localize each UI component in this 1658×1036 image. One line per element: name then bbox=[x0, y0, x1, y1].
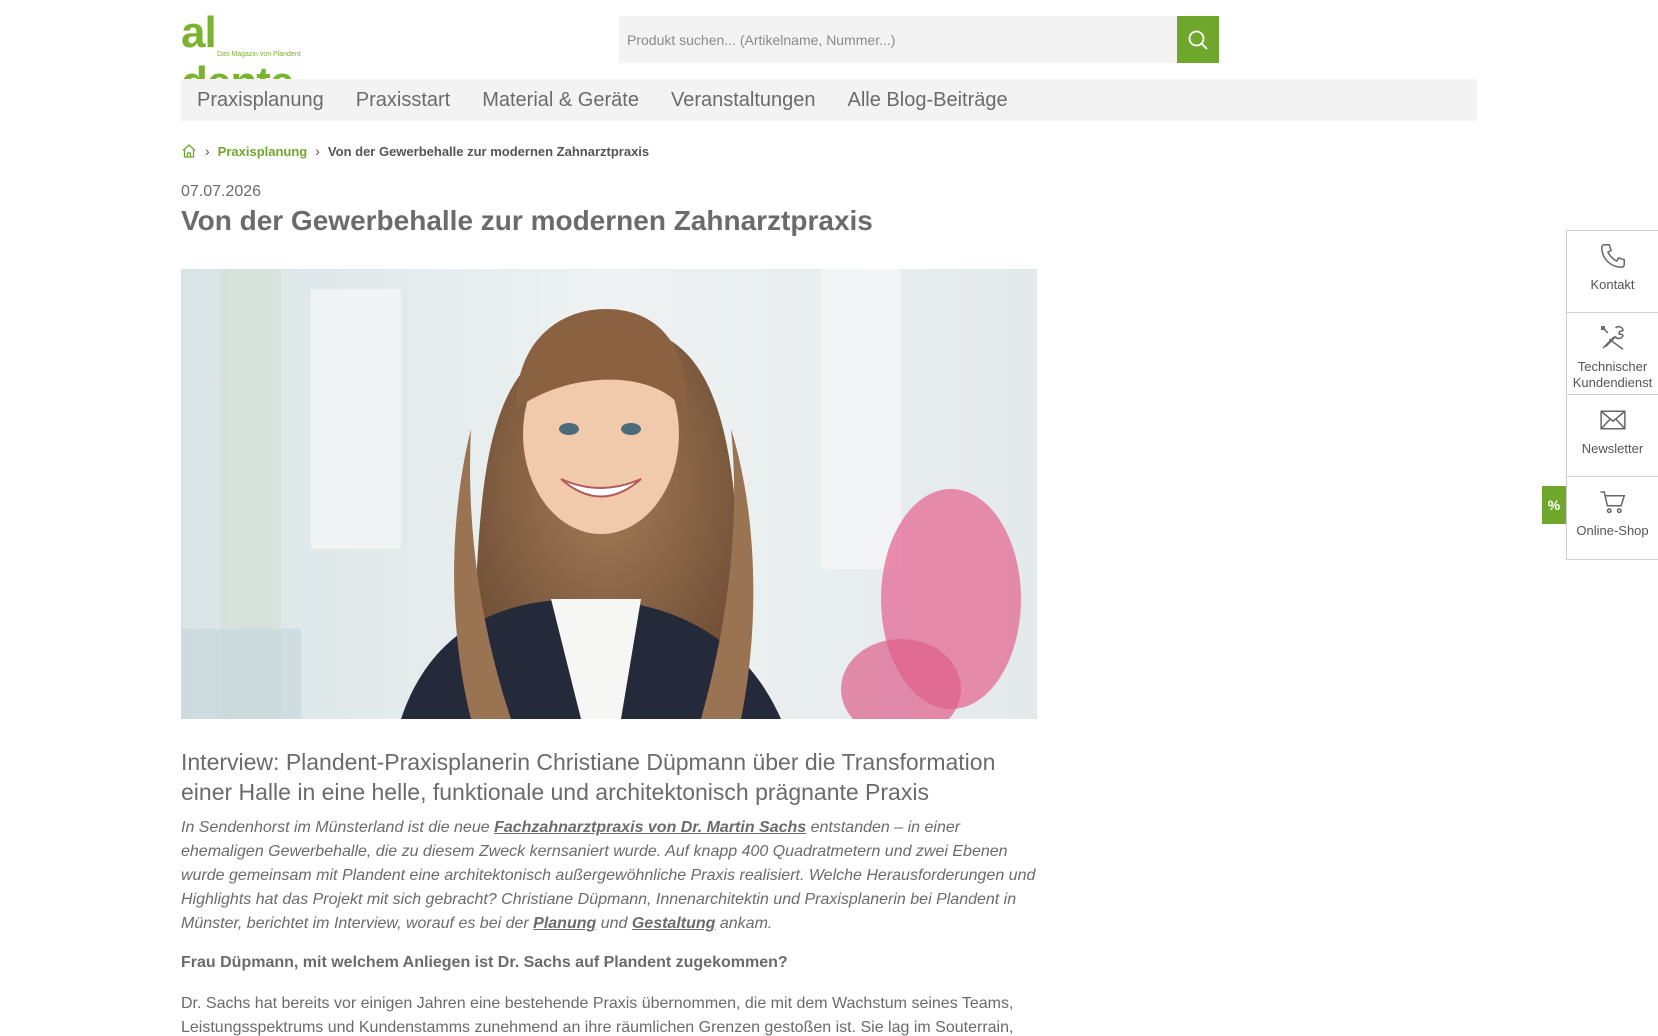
side-shop-label: Online-Shop bbox=[1576, 523, 1649, 538]
interview-question: Frau Düpmann, mit welchem Anliegen ist D… bbox=[181, 954, 788, 971]
portrait-photo bbox=[181, 269, 1037, 719]
phone-icon bbox=[1598, 241, 1628, 271]
nav-item-alle-blog-beitraege[interactable]: Alle Blog-Beiträge bbox=[848, 89, 1008, 112]
main-nav: Praxisplanung Praxisstart Material & Ger… bbox=[181, 79, 1477, 121]
nav-item-material-geraete[interactable]: Material & Geräte bbox=[482, 89, 639, 112]
home-icon[interactable] bbox=[181, 143, 197, 159]
intro-text: ankam. bbox=[715, 915, 773, 932]
praxis-link[interactable]: Fachzahnarztpraxis von Dr. Martin Sachs bbox=[494, 819, 806, 836]
tools-icon bbox=[1598, 323, 1628, 353]
interview-answer: Dr. Sachs hat bereits vor einigen Jahren… bbox=[181, 995, 1014, 1036]
intro-text: und bbox=[596, 915, 632, 932]
site-logo[interactable]: al dente Das Magazin von Plandent bbox=[181, 8, 307, 107]
side-service-label: Technischer Kundendienst bbox=[1573, 359, 1653, 391]
side-service-label-line-2: Kundendienst bbox=[1572, 375, 1653, 390]
side-contact-button[interactable]: Kontakt bbox=[1567, 231, 1658, 313]
side-service-button[interactable]: Technischer Kundendienst bbox=[1567, 313, 1658, 395]
breadcrumb-separator: › bbox=[205, 143, 210, 159]
mail-icon bbox=[1598, 405, 1628, 435]
gestaltung-link[interactable]: Gestaltung bbox=[632, 915, 716, 932]
side-shop-button[interactable]: Online-Shop bbox=[1567, 477, 1658, 559]
discount-tab[interactable]: % bbox=[1542, 486, 1566, 524]
cart-icon bbox=[1598, 487, 1628, 517]
intro-text: In Sendenhorst im Münsterland ist die ne… bbox=[181, 819, 495, 836]
logo-tagline: Das Magazin von Plandent bbox=[217, 51, 301, 58]
search-button[interactable] bbox=[1177, 16, 1219, 63]
article-date: 07.07.2026 bbox=[181, 183, 262, 200]
breadcrumb-category-link[interactable]: Praxisplanung bbox=[218, 144, 308, 159]
breadcrumb: › Praxisplanung › Von der Gewerbehalle z… bbox=[181, 141, 649, 161]
side-panel: Kontakt Technischer Kundendienst Newslett… bbox=[1566, 230, 1658, 560]
search-input[interactable] bbox=[619, 16, 1177, 63]
hero-image bbox=[181, 269, 1037, 719]
side-service-label-line-1: Technischer bbox=[1577, 359, 1648, 374]
side-newsletter-button[interactable]: Newsletter bbox=[1567, 395, 1658, 477]
search-bar bbox=[619, 16, 1219, 63]
side-newsletter-label: Newsletter bbox=[1581, 441, 1644, 456]
article-intro: In Sendenhorst im Münsterland ist die ne… bbox=[181, 816, 1041, 936]
breadcrumb-current: Von der Gewerbehalle zur modernen Zahnar… bbox=[327, 143, 650, 159]
nav-item-praxisplanung[interactable]: Praxisplanung bbox=[197, 89, 324, 112]
nav-item-praxisstart[interactable]: Praxisstart bbox=[356, 89, 450, 112]
side-contact-label: Kontakt bbox=[1590, 277, 1635, 292]
breadcrumb-separator: › bbox=[315, 143, 320, 159]
search-icon bbox=[1188, 30, 1208, 50]
article-title: Von der Gewerbehalle zur modernen Zahnar… bbox=[181, 205, 873, 236]
nav-item-veranstaltungen[interactable]: Veranstaltungen bbox=[671, 89, 816, 112]
planung-link[interactable]: Planung bbox=[533, 915, 596, 932]
article-subheading: Interview: Plandent-Praxisplanerin Chris… bbox=[181, 749, 996, 805]
